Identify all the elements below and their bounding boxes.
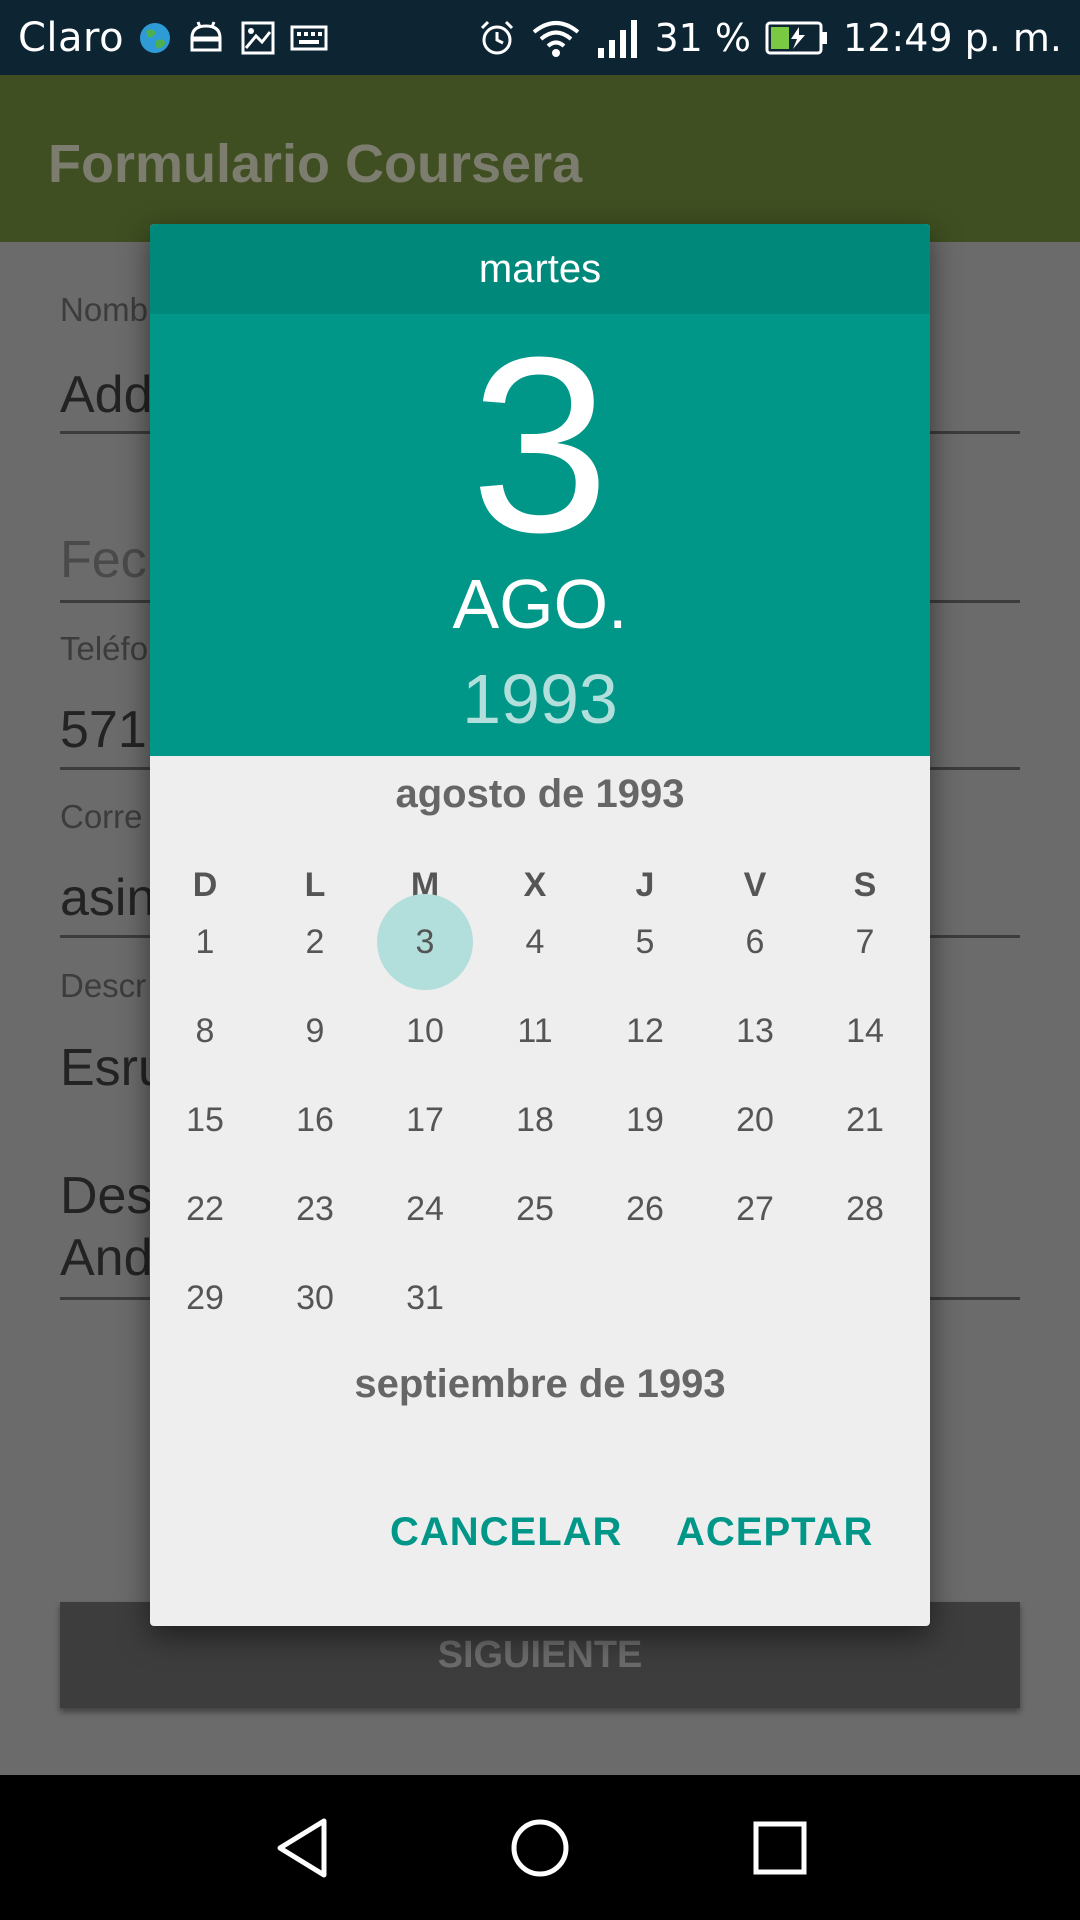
current-month-title: agosto de 1993	[395, 772, 685, 816]
android-icon	[186, 20, 226, 56]
calendar-day-number: 10	[406, 1011, 444, 1050]
calendar-day[interactable]: 2	[260, 894, 370, 990]
calendar-day-number: 13	[736, 1011, 774, 1050]
calendar-day-number: 21	[846, 1100, 884, 1139]
calendar-day-number: 28	[846, 1189, 884, 1228]
calendar-day-number: 16	[296, 1100, 334, 1139]
calendar-day[interactable]: 1	[150, 894, 260, 990]
recents-icon[interactable]	[750, 1815, 810, 1886]
keyboard-icon	[290, 23, 328, 53]
battery-percent: 31 %	[654, 15, 752, 60]
calendar-day[interactable]: 9	[260, 983, 370, 1079]
date-picker-header: 3 AGO. 1993	[150, 314, 930, 756]
calendar-day-number: 12	[626, 1011, 664, 1050]
cancel-button[interactable]: CANCELAR	[390, 1510, 622, 1555]
selected-month[interactable]: AGO.	[150, 564, 930, 644]
calendar-day[interactable]: 26	[590, 1161, 700, 1257]
phone-field-label: Teléfo	[60, 630, 149, 667]
calendar-day-number: 2	[305, 922, 325, 961]
signal-icon	[596, 18, 640, 58]
description-text-field[interactable]: Des And	[60, 1165, 153, 1289]
calendar-day[interactable]: 30	[260, 1250, 370, 1346]
calendar-day-number: 17	[406, 1100, 444, 1139]
calendar-day[interactable]: 6	[700, 894, 810, 990]
calendar-day[interactable]: 12	[590, 983, 700, 1079]
calendar-day[interactable]: 5	[590, 894, 700, 990]
calendar-day-number: 18	[516, 1100, 554, 1139]
calendar-day-selected[interactable]: 3	[370, 894, 480, 990]
calendar-day-number: 8	[195, 1011, 215, 1050]
calendar-day-number: 30	[296, 1278, 334, 1317]
next-month-title: septiembre de 1993	[354, 1362, 726, 1406]
calendar-day[interactable]: 25	[480, 1161, 590, 1257]
calendar-day[interactable]: 7	[810, 894, 920, 990]
calendar-day-number: 29	[186, 1278, 224, 1317]
calendar-day-number: 4	[525, 922, 545, 961]
calendar-day-number: 1	[195, 922, 215, 961]
calendar-day[interactable]: 21	[810, 1072, 920, 1168]
calendar-day[interactable]: 10	[370, 983, 480, 1079]
battery-icon	[765, 21, 829, 55]
calendar-day[interactable]: 14	[810, 983, 920, 1079]
calendar-day[interactable]: 15	[150, 1072, 260, 1168]
calendar-day[interactable]: 16	[260, 1072, 370, 1168]
calendar-day-number: 5	[635, 922, 655, 961]
calendar-day-number: 9	[305, 1011, 325, 1050]
calendar-day[interactable]: 8	[150, 983, 260, 1079]
navigation-bar	[0, 1775, 1080, 1920]
calendar-day-number: 6	[745, 922, 765, 961]
calendar-day[interactable]: 13	[700, 983, 810, 1079]
calendar-day[interactable]: 18	[480, 1072, 590, 1168]
calendar-day-number: 31	[406, 1278, 444, 1317]
calendar-day[interactable]: 31	[370, 1250, 480, 1346]
globe-icon	[138, 21, 172, 55]
calendar-day-number: 3	[415, 922, 435, 961]
app-bar: Formulario Coursera	[0, 75, 1080, 242]
calendar-day-number: 14	[846, 1011, 884, 1050]
phone-field[interactable]: 571	[60, 700, 147, 760]
calendar-day[interactable]: 19	[590, 1072, 700, 1168]
calendar-day[interactable]: 22	[150, 1161, 260, 1257]
alarm-icon	[478, 19, 516, 57]
calendar-day[interactable]: 4	[480, 894, 590, 990]
image-icon	[240, 20, 276, 56]
date-field[interactable]: Fecl	[60, 530, 158, 590]
calendar-day-number: 25	[516, 1189, 554, 1228]
app-title: Formulario Coursera	[48, 134, 583, 194]
calendar-day-number: 22	[186, 1189, 224, 1228]
selected-weekday: martes	[150, 224, 930, 314]
calendar-day-number: 19	[626, 1100, 664, 1139]
calendar-day[interactable]: 17	[370, 1072, 480, 1168]
calendar-day[interactable]: 20	[700, 1072, 810, 1168]
clock: 12:49 p. m.	[843, 15, 1062, 60]
email-field-label: Corre	[60, 798, 143, 835]
calendar-day[interactable]: 27	[700, 1161, 810, 1257]
calendar-day-number: 24	[406, 1189, 444, 1228]
calendar-day-number: 20	[736, 1100, 774, 1139]
email-field[interactable]: asin	[60, 868, 155, 928]
name-field[interactable]: Add	[60, 365, 153, 425]
name-field-label: Nomb	[60, 291, 149, 328]
status-bar: Claro 31 % 12:49 p. m.	[0, 0, 1080, 75]
carrier-name: Claro	[18, 14, 125, 61]
calendar-day-number: 26	[626, 1189, 664, 1228]
selected-day[interactable]: 3	[150, 320, 930, 570]
description-field-label: Descr	[60, 967, 147, 1004]
calendar-day[interactable]: 24	[370, 1161, 480, 1257]
selected-year[interactable]: 1993	[150, 659, 930, 739]
ok-button[interactable]: ACEPTAR	[676, 1510, 873, 1555]
calendar-day-number: 7	[855, 922, 875, 961]
calendar-day-number: 11	[517, 1011, 553, 1050]
calendar-day[interactable]: 29	[150, 1250, 260, 1346]
wifi-icon	[530, 18, 582, 58]
calendar-day-number: 15	[186, 1100, 224, 1139]
calendar-day[interactable]: 28	[810, 1161, 920, 1257]
calendar-day[interactable]: 11	[480, 983, 590, 1079]
home-icon[interactable]	[510, 1815, 570, 1886]
calendar-day-number: 23	[296, 1189, 334, 1228]
calendar-day-number: 27	[736, 1189, 774, 1228]
back-icon[interactable]	[272, 1815, 332, 1886]
date-picker-dialog: martes 3 AGO. 1993 agosto de 1993 DLMXJV…	[150, 224, 930, 1626]
calendar-day[interactable]: 23	[260, 1161, 370, 1257]
